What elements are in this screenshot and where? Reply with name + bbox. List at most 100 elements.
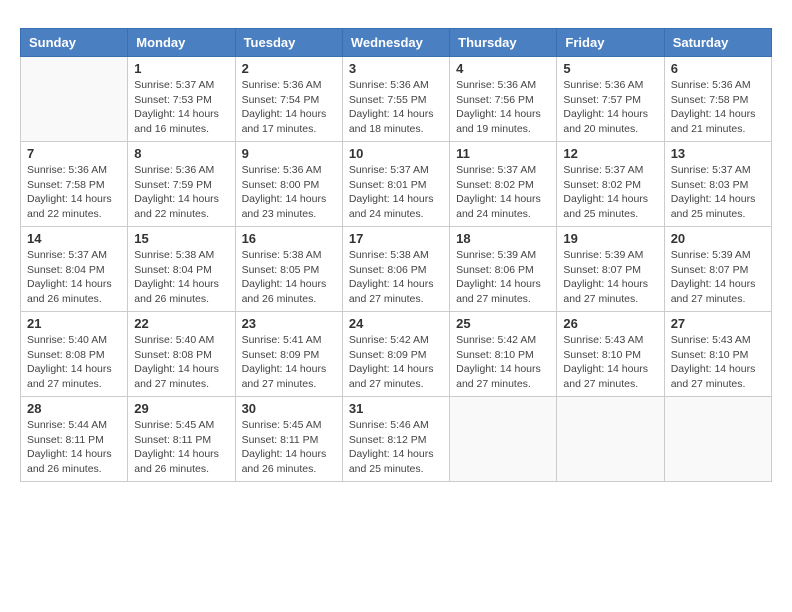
calendar-cell: 26 Sunrise: 5:43 AMSunset: 8:10 PMDayligh… [557,312,664,397]
day-info: Sunrise: 5:38 AMSunset: 8:06 PMDaylight:… [349,248,443,307]
day-number: 14 [27,231,121,246]
week-row-4: 21 Sunrise: 5:40 AMSunset: 8:08 PMDayligh… [21,312,772,397]
day-info: Sunrise: 5:38 AMSunset: 8:05 PMDaylight:… [242,248,336,307]
day-info: Sunrise: 5:37 AMSunset: 8:02 PMDaylight:… [456,163,550,222]
day-info: Sunrise: 5:37 AMSunset: 7:53 PMDaylight:… [134,78,228,137]
calendar-cell: 30 Sunrise: 5:45 AMSunset: 8:11 PMDayligh… [235,397,342,482]
week-row-1: 1 Sunrise: 5:37 AMSunset: 7:53 PMDaylight… [21,57,772,142]
calendar-cell: 27Sunrise: 5:43 AMSunset: 8:10 PMDayligh… [664,312,771,397]
calendar-cell: 9 Sunrise: 5:36 AMSunset: 8:00 PMDaylight… [235,142,342,227]
day-info: Sunrise: 5:37 AMSunset: 8:01 PMDaylight:… [349,163,443,222]
day-number: 6 [671,61,765,76]
day-info: Sunrise: 5:39 AMSunset: 8:07 PMDaylight:… [671,248,765,307]
week-row-2: 7 Sunrise: 5:36 AMSunset: 7:58 PMDaylight… [21,142,772,227]
calendar-cell: 7 Sunrise: 5:36 AMSunset: 7:58 PMDaylight… [21,142,128,227]
day-number: 22 [134,316,228,331]
calendar-cell [557,397,664,482]
calendar-cell: 11 Sunrise: 5:37 AMSunset: 8:02 PMDayligh… [450,142,557,227]
week-row-3: 14 Sunrise: 5:37 AMSunset: 8:04 PMDayligh… [21,227,772,312]
header-saturday: Saturday [664,29,771,57]
calendar-cell: 19Sunrise: 5:39 AMSunset: 8:07 PMDayligh… [557,227,664,312]
calendar-cell: 23 Sunrise: 5:41 AMSunset: 8:09 PMDayligh… [235,312,342,397]
day-info: Sunrise: 5:45 AMSunset: 8:11 PMDaylight:… [242,418,336,477]
calendar-cell: 31Sunrise: 5:46 AMSunset: 8:12 PMDayligh… [342,397,449,482]
day-info: Sunrise: 5:41 AMSunset: 8:09 PMDaylight:… [242,333,336,392]
day-info: Sunrise: 5:44 AMSunset: 8:11 PMDaylight:… [27,418,121,477]
calendar-cell: 13 Sunrise: 5:37 AMSunset: 8:03 PMDayligh… [664,142,771,227]
day-number: 19 [563,231,657,246]
day-number: 25 [456,316,550,331]
calendar-cell: 12 Sunrise: 5:37 AMSunset: 8:02 PMDayligh… [557,142,664,227]
day-number: 21 [27,316,121,331]
calendar-cell: 15Sunrise: 5:38 AMSunset: 8:04 PMDayligh… [128,227,235,312]
day-info: Sunrise: 5:36 AMSunset: 7:59 PMDaylight:… [134,163,228,222]
day-number: 24 [349,316,443,331]
week-row-5: 28 Sunrise: 5:44 AMSunset: 8:11 PMDayligh… [21,397,772,482]
calendar-cell: 3Sunrise: 5:36 AMSunset: 7:55 PMDaylight… [342,57,449,142]
calendar-cell: 25 Sunrise: 5:42 AMSunset: 8:10 PMDayligh… [450,312,557,397]
calendar-cell: 24 Sunrise: 5:42 AMSunset: 8:09 PMDayligh… [342,312,449,397]
header-thursday: Thursday [450,29,557,57]
calendar-cell [450,397,557,482]
day-info: Sunrise: 5:36 AMSunset: 8:00 PMDaylight:… [242,163,336,222]
day-number: 5 [563,61,657,76]
day-number: 26 [563,316,657,331]
header-wednesday: Wednesday [342,29,449,57]
header-sunday: Sunday [21,29,128,57]
calendar-cell: 8 Sunrise: 5:36 AMSunset: 7:59 PMDaylight… [128,142,235,227]
calendar-cell [21,57,128,142]
day-info: Sunrise: 5:43 AMSunset: 8:10 PMDaylight:… [563,333,657,392]
calendar-cell: 4 Sunrise: 5:36 AMSunset: 7:56 PMDaylight… [450,57,557,142]
day-info: Sunrise: 5:36 AMSunset: 7:56 PMDaylight:… [456,78,550,137]
calendar-cell: 16 Sunrise: 5:38 AMSunset: 8:05 PMDayligh… [235,227,342,312]
day-number: 2 [242,61,336,76]
day-info: Sunrise: 5:37 AMSunset: 8:02 PMDaylight:… [563,163,657,222]
day-number: 7 [27,146,121,161]
day-number: 8 [134,146,228,161]
day-info: Sunrise: 5:36 AMSunset: 7:58 PMDaylight:… [671,78,765,137]
day-number: 12 [563,146,657,161]
day-info: Sunrise: 5:40 AMSunset: 8:08 PMDaylight:… [134,333,228,392]
day-number: 1 [134,61,228,76]
header-tuesday: Tuesday [235,29,342,57]
day-number: 18 [456,231,550,246]
day-info: Sunrise: 5:37 AMSunset: 8:03 PMDaylight:… [671,163,765,222]
day-info: Sunrise: 5:37 AMSunset: 8:04 PMDaylight:… [27,248,121,307]
day-number: 23 [242,316,336,331]
day-number: 11 [456,146,550,161]
day-info: Sunrise: 5:42 AMSunset: 8:10 PMDaylight:… [456,333,550,392]
day-number: 4 [456,61,550,76]
day-number: 15 [134,231,228,246]
day-number: 9 [242,146,336,161]
day-number: 20 [671,231,765,246]
day-number: 16 [242,231,336,246]
day-info: Sunrise: 5:36 AMSunset: 7:55 PMDaylight:… [349,78,443,137]
day-number: 28 [27,401,121,416]
calendar-header-row: SundayMondayTuesdayWednesdayThursdayFrid… [21,29,772,57]
calendar-cell: 22 Sunrise: 5:40 AMSunset: 8:08 PMDayligh… [128,312,235,397]
day-number: 17 [349,231,443,246]
calendar-table: SundayMondayTuesdayWednesdayThursdayFrid… [20,28,772,482]
calendar-cell [664,397,771,482]
day-number: 13 [671,146,765,161]
calendar-cell: 28 Sunrise: 5:44 AMSunset: 8:11 PMDayligh… [21,397,128,482]
day-number: 10 [349,146,443,161]
header-monday: Monday [128,29,235,57]
day-number: 29 [134,401,228,416]
day-info: Sunrise: 5:40 AMSunset: 8:08 PMDaylight:… [27,333,121,392]
calendar-cell: 20 Sunrise: 5:39 AMSunset: 8:07 PMDayligh… [664,227,771,312]
calendar-cell: 21 Sunrise: 5:40 AMSunset: 8:08 PMDayligh… [21,312,128,397]
day-number: 30 [242,401,336,416]
day-info: Sunrise: 5:36 AMSunset: 7:57 PMDaylight:… [563,78,657,137]
calendar-cell: 29Sunrise: 5:45 AMSunset: 8:11 PMDayligh… [128,397,235,482]
calendar-cell: 1 Sunrise: 5:37 AMSunset: 7:53 PMDaylight… [128,57,235,142]
calendar-cell: 10 Sunrise: 5:37 AMSunset: 8:01 PMDayligh… [342,142,449,227]
day-info: Sunrise: 5:36 AMSunset: 7:58 PMDaylight:… [27,163,121,222]
calendar-cell: 5 Sunrise: 5:36 AMSunset: 7:57 PMDaylight… [557,57,664,142]
header-friday: Friday [557,29,664,57]
calendar-cell: 6 Sunrise: 5:36 AMSunset: 7:58 PMDaylight… [664,57,771,142]
day-info: Sunrise: 5:39 AMSunset: 8:06 PMDaylight:… [456,248,550,307]
calendar-cell: 18 Sunrise: 5:39 AMSunset: 8:06 PMDayligh… [450,227,557,312]
day-info: Sunrise: 5:42 AMSunset: 8:09 PMDaylight:… [349,333,443,392]
calendar-cell: 17 Sunrise: 5:38 AMSunset: 8:06 PMDayligh… [342,227,449,312]
